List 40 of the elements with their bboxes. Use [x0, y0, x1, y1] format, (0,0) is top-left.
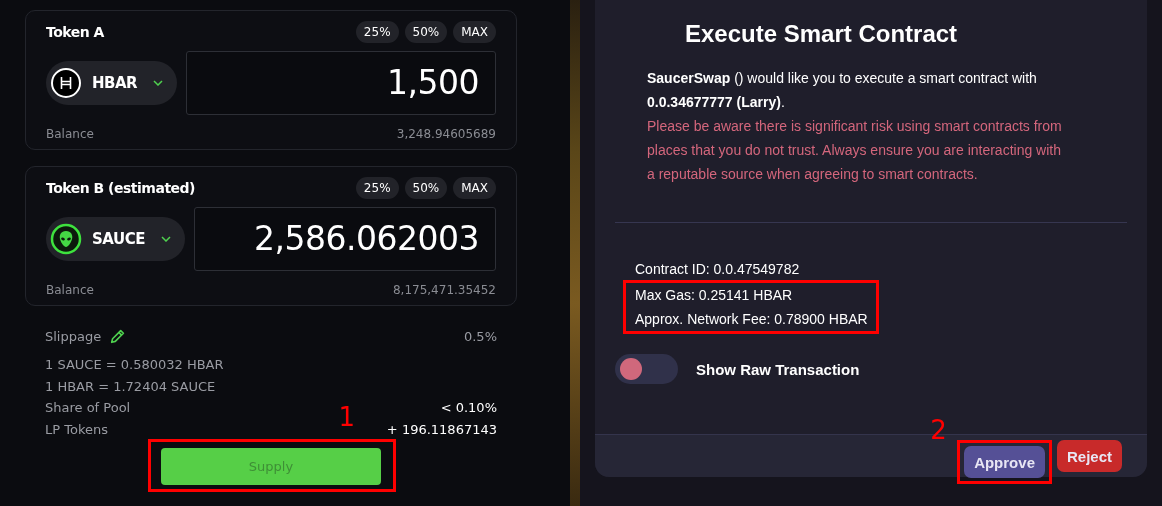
warning-text: Please be aware there is significant risk using smart contracts from places that you do not trust. Always ensure you are interacting with a reputable source when agreeing to smart contracts. — [647, 117, 1063, 184]
toggle-label: Show Raw Transaction — [696, 360, 860, 378]
annotation-number: 1 — [338, 404, 355, 430]
dialog-message: SaucerSwap () would like you to execute a smart contract with 0.0.34677777 (Larry). — [647, 69, 1038, 112]
fee-line: Approx. Network Fee: 0.78900 HBAR — [635, 310, 868, 329]
amount-field[interactable]: 1,500 — [186, 51, 496, 115]
exchange-rate: 1 HBAR = 1.72404 SAUCE — [45, 378, 216, 394]
detail-value: + 196.11867143 — [386, 421, 497, 437]
alien-icon — [50, 223, 82, 255]
detail-label: LP Tokens — [45, 421, 108, 437]
token-selector[interactable]: HBAR — [46, 61, 178, 105]
dialog-title: Execute Smart Contract — [685, 20, 959, 48]
chevron-down-icon — [153, 80, 164, 86]
preset-button[interactable]: 50% — [404, 21, 448, 43]
slippage-value: 0.5% — [463, 328, 497, 344]
detail-value: < 0.10% — [440, 400, 497, 416]
token-selector[interactable]: SAUCE — [46, 217, 185, 261]
preset-button[interactable]: 25% — [355, 21, 399, 43]
exchange-rate: 1 SAUCE = 0.580032 HBAR — [45, 357, 224, 373]
detail-label: Share of Pool — [45, 400, 131, 416]
chevron-down-icon — [160, 236, 171, 242]
toggle-switch[interactable] — [615, 354, 678, 384]
preset-button[interactable]: 50% — [404, 177, 448, 199]
balance-label: Balance — [46, 283, 94, 297]
balance-value: 8,175,471.35452 — [392, 283, 496, 297]
token-label: Token B (estimated) — [46, 180, 195, 196]
balance-label: Balance — [46, 127, 94, 141]
preset-button[interactable]: 25% — [355, 177, 399, 199]
token-label: Token A — [46, 24, 104, 40]
preset-button[interactable]: MAX — [453, 177, 496, 199]
fee-line: Max Gas: 0.25141 HBAR — [635, 286, 794, 305]
token-icon — [50, 67, 82, 99]
balance-value: 3,248.94605689 — [396, 127, 496, 141]
preset-button[interactable]: MAX — [453, 21, 496, 43]
amount-field[interactable]: 2,586.062003 — [193, 207, 496, 271]
reject-button[interactable]: Reject — [1056, 440, 1122, 472]
slippage-label: Slippage — [45, 328, 102, 344]
annotation-number: 2 — [930, 417, 947, 443]
contract-id: Contract ID: 0.0.47549782 — [635, 260, 801, 279]
approve-button[interactable]: Approve — [964, 446, 1045, 478]
